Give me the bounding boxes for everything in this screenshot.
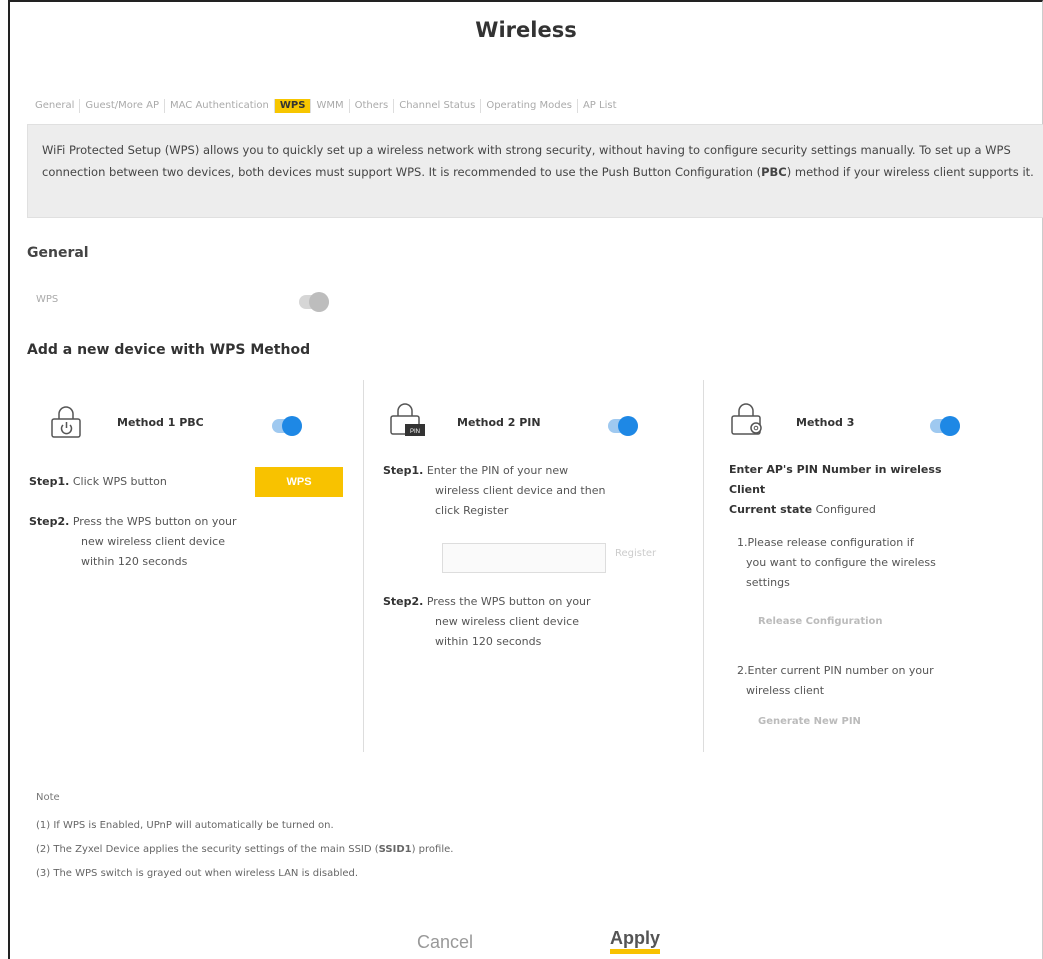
page-title: Wireless	[475, 18, 577, 42]
note-ssid1: SSID1	[378, 844, 412, 855]
toggle-knob	[618, 416, 638, 436]
method1-title: Method 1 PBC	[117, 416, 204, 429]
method1-toggle[interactable]	[272, 416, 302, 436]
description-box: WiFi Protected Setup (WPS) allows you to…	[27, 124, 1043, 218]
current-state-value: Configured	[815, 503, 876, 516]
description-bold-pbc: PBC	[761, 165, 787, 179]
method2-step2-label: Step2.	[383, 595, 424, 608]
pin-input[interactable]	[442, 543, 606, 573]
note-title: Note	[36, 792, 60, 803]
method2-step1-label: Step1.	[383, 464, 424, 477]
method3-title: Method 3	[796, 416, 855, 429]
method1-step1-text: Click WPS button	[72, 475, 167, 488]
tab-channel-status[interactable]: Channel Status	[394, 99, 482, 113]
method2-step1-text-b: wireless client device and then	[435, 484, 606, 497]
tab-general[interactable]: General	[30, 99, 81, 113]
note-line-2c: ) profile.	[411, 844, 454, 855]
apply-button[interactable]: Apply	[590, 927, 680, 957]
tab-wmm[interactable]: WMM	[311, 99, 350, 113]
method3-item2-a: 2.Enter current PIN number on your	[737, 664, 934, 677]
note-line-3: (3) The WPS switch is grayed out when wi…	[36, 868, 359, 879]
note-line-1: (1) If WPS is Enabled, UPnP will automat…	[36, 820, 334, 831]
toggle-knob	[309, 292, 329, 312]
wps-push-button[interactable]: WPS	[255, 467, 343, 497]
method2-step2-text-c: within 120 seconds	[435, 635, 542, 648]
cancel-button[interactable]: Cancel	[390, 927, 500, 957]
method3-item2-b: wireless client	[746, 684, 825, 697]
tab-bar: General Guest/More AP MAC Authentication…	[30, 96, 1030, 116]
tab-operating-modes[interactable]: Operating Modes	[481, 99, 578, 113]
method2-step1-text-a: Enter the PIN of your new	[426, 464, 569, 477]
apply-label: Apply	[609, 927, 660, 954]
method3-item1-c: settings	[746, 576, 790, 589]
method1-step2-text-c: within 120 seconds	[81, 555, 188, 568]
config-lock-icon	[731, 403, 762, 435]
tab-wps[interactable]: WPS	[274, 99, 312, 113]
note-line-2a: (2) The Zyxel Device applies the securit…	[36, 844, 379, 855]
method3-item1-a: 1.Please release configuration if	[737, 536, 914, 549]
method2-step2-text-a: Press the WPS button on your	[426, 595, 591, 608]
description-text-2: ) method if your wireless client support…	[786, 165, 1034, 179]
method2-step2-text-b: new wireless client device	[435, 615, 579, 628]
tab-mac-authentication[interactable]: MAC Authentication	[165, 99, 275, 113]
method3-heading-a: Enter AP's PIN Number in wireless	[729, 463, 942, 476]
svg-text:PIN: PIN	[410, 429, 420, 435]
method2-step1: Step1. Enter the PIN of your new wireles…	[383, 461, 703, 521]
general-heading: General	[27, 245, 89, 261]
release-configuration-button[interactable]: Release Configuration	[758, 616, 883, 627]
tab-others[interactable]: Others	[350, 99, 395, 113]
note-line-2: (2) The Zyxel Device applies the securit…	[36, 844, 453, 855]
tab-ap-list[interactable]: AP List	[578, 99, 622, 113]
page-frame: Wireless General Guest/More AP MAC Authe…	[8, 0, 1043, 959]
generate-new-pin-button[interactable]: Generate New PIN	[758, 716, 861, 727]
method3-item2: 2.Enter current PIN number on your wirel…	[737, 661, 1037, 701]
method1-step1: Step1. Click WPS button	[29, 472, 167, 492]
method1-step2: Step2. Press the WPS button on your new …	[29, 512, 349, 572]
column-divider	[363, 380, 364, 752]
method3-toggle[interactable]	[930, 416, 960, 436]
toggle-knob	[282, 416, 302, 436]
wps-label: WPS	[36, 294, 59, 305]
method1-step2-text-a: Press the WPS button on your	[72, 515, 237, 528]
wps-toggle[interactable]	[299, 292, 329, 312]
method2-title: Method 2 PIN	[457, 416, 541, 429]
method1-step2-label: Step2.	[29, 515, 70, 528]
method3-item1-b: you want to configure the wireless	[746, 556, 936, 569]
pin-lock-icon: PIN	[390, 403, 425, 436]
column-divider	[703, 380, 704, 752]
toggle-knob	[940, 416, 960, 436]
method3-heading-b: Client	[729, 483, 766, 496]
method2-step1-text-c: click Register	[435, 504, 509, 517]
method3-item1: 1.Please release configuration if you wa…	[737, 533, 1037, 593]
method2-toggle[interactable]	[608, 416, 638, 436]
register-button[interactable]: Register	[615, 548, 656, 559]
method1-step2-text-b: new wireless client device	[81, 535, 225, 548]
add-device-heading: Add a new device with WPS Method	[27, 342, 311, 358]
pbc-lock-icon	[51, 406, 81, 438]
current-state: Current state Configured	[729, 500, 1029, 520]
method2-step2: Step2. Press the WPS button on your new …	[383, 592, 703, 652]
method1-step1-label: Step1.	[29, 475, 70, 488]
tab-guest-more-ap[interactable]: Guest/More AP	[80, 99, 166, 113]
method3-heading: Enter AP's PIN Number in wireless Client…	[729, 460, 1029, 520]
current-state-label: Current state	[729, 503, 813, 516]
